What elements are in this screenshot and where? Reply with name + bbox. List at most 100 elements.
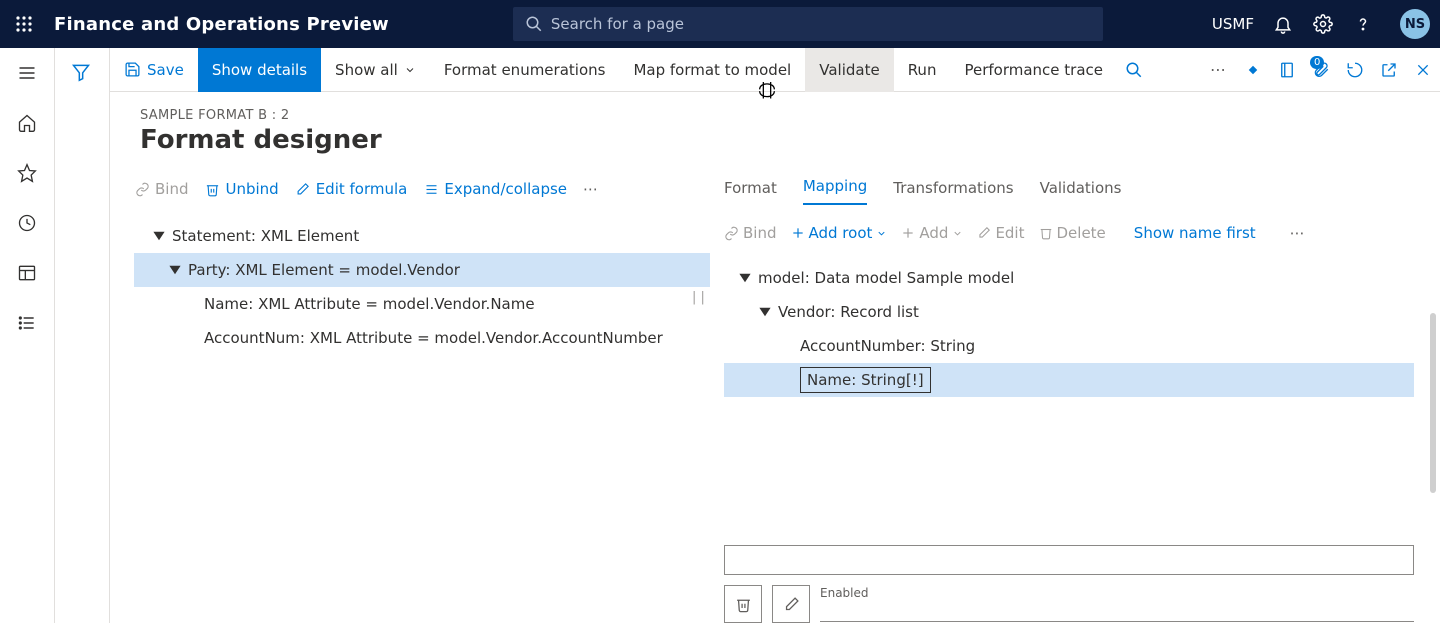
page-title: Format designer: [140, 125, 1440, 155]
edit-formula-button[interactable]: Edit formula: [295, 180, 408, 198]
run-label: Run: [908, 61, 937, 79]
add-root-label: Add root: [809, 224, 873, 242]
delete-property-button[interactable]: [724, 585, 762, 623]
link-icon: [724, 226, 739, 241]
close-icon: [1415, 62, 1431, 78]
tab-mapping[interactable]: Mapping: [803, 177, 867, 205]
show-all-label: Show all: [335, 61, 398, 79]
attachments-button[interactable]: 0: [1304, 48, 1338, 92]
hamburger-icon: [17, 63, 37, 83]
notifications-button[interactable]: [1272, 13, 1294, 35]
rtree-node-model[interactable]: model: Data model Sample model: [724, 261, 1440, 295]
enabled-input[interactable]: [820, 600, 1414, 622]
add-root-button[interactable]: Add root: [791, 224, 888, 242]
property-value-input[interactable]: [724, 545, 1414, 575]
tab-validations[interactable]: Validations: [1040, 179, 1122, 205]
mapping-pane: Format Mapping Transformations Validatio…: [710, 165, 1440, 623]
page-options-button[interactable]: [1270, 48, 1304, 92]
edit-property-button[interactable]: [772, 585, 810, 623]
close-page-button[interactable]: [1406, 48, 1440, 92]
find-button[interactable]: [1117, 48, 1151, 92]
trash-icon: [205, 182, 220, 197]
clock-icon: [17, 213, 37, 233]
bind-right-label: Bind: [743, 224, 777, 242]
rtree-node-accountnumber[interactable]: AccountNumber: String: [724, 329, 1440, 363]
plus-icon: [901, 226, 915, 240]
bind-right-button[interactable]: Bind: [724, 224, 777, 242]
rtree-node-label: model: Data model Sample model: [758, 269, 1014, 287]
splitter-handle[interactable]: | |: [692, 290, 705, 305]
bind-button[interactable]: Bind: [134, 180, 189, 198]
validate-label: Validate: [819, 61, 879, 79]
property-editor: Enabled: [724, 545, 1414, 623]
format-enumerations-button[interactable]: Format enumerations: [430, 48, 620, 92]
app-launcher-button[interactable]: [0, 0, 48, 48]
rtree-node-vendor[interactable]: Vendor: Record list: [724, 295, 1440, 329]
performance-trace-button[interactable]: Performance trace: [950, 48, 1117, 92]
rtree-node-name[interactable]: Name: String[!]: [724, 363, 1414, 397]
save-button[interactable]: Save: [110, 48, 198, 92]
modules-button[interactable]: [16, 312, 38, 334]
show-all-button[interactable]: Show all: [321, 48, 430, 92]
expand-label: Expand/collapse: [444, 180, 567, 198]
gear-icon: [1313, 14, 1333, 34]
bell-icon: [1273, 14, 1293, 34]
help-button[interactable]: [1352, 13, 1374, 35]
pencil-icon: [783, 596, 800, 613]
save-icon: [124, 61, 141, 78]
star-icon: [17, 163, 37, 183]
search-icon: [525, 15, 543, 33]
caret-down-icon: [168, 263, 182, 277]
personalize-button[interactable]: [1236, 48, 1270, 92]
show-details-button[interactable]: Show details: [198, 48, 321, 92]
search-box[interactable]: [513, 7, 1103, 41]
expand-collapse-button[interactable]: Expand/collapse: [423, 180, 567, 198]
favorites-button[interactable]: [16, 162, 38, 184]
filter-column: [55, 48, 110, 623]
recent-button[interactable]: [16, 212, 38, 234]
left-rail: [0, 48, 55, 623]
tree-node-accountnum[interactable]: AccountNum: XML Attribute = model.Vendor…: [134, 321, 710, 355]
edit-label: Edit: [995, 224, 1024, 242]
bind-label: Bind: [155, 180, 189, 198]
waffle-icon: [15, 15, 33, 33]
home-button[interactable]: [16, 112, 38, 134]
format-enums-label: Format enumerations: [444, 61, 606, 79]
trash-icon: [735, 596, 752, 613]
add-button[interactable]: Add: [901, 224, 963, 242]
scrollbar[interactable]: [1430, 313, 1436, 493]
popout-button[interactable]: [1372, 48, 1406, 92]
map-model-label: Map format to model: [633, 61, 791, 79]
more-actions-button[interactable]: ⋯: [1202, 48, 1236, 92]
nav-menu-button[interactable]: [16, 62, 38, 84]
show-name-first-button[interactable]: Show name first: [1134, 224, 1256, 242]
mapping-tree: model: Data model Sample model Vendor: R…: [724, 261, 1440, 397]
refresh-button[interactable]: [1338, 48, 1372, 92]
delete-button[interactable]: Delete: [1039, 224, 1106, 242]
settings-button[interactable]: [1312, 13, 1334, 35]
edit-button[interactable]: Edit: [977, 224, 1024, 242]
tree-node-statement[interactable]: Statement: XML Element: [134, 219, 710, 253]
rtree-node-label: AccountNumber: String: [800, 337, 975, 355]
more-left-tools[interactable]: ⋯: [583, 180, 600, 198]
tab-transformations[interactable]: Transformations: [893, 179, 1013, 205]
unbind-button[interactable]: Unbind: [205, 180, 279, 198]
workspaces-button[interactable]: [16, 262, 38, 284]
company-label[interactable]: USMF: [1212, 15, 1254, 33]
run-button[interactable]: Run: [894, 48, 951, 92]
popout-icon: [1380, 61, 1398, 79]
validate-button[interactable]: Validate: [805, 48, 893, 92]
search-icon: [1125, 61, 1143, 79]
user-avatar[interactable]: NS: [1400, 9, 1430, 39]
filter-icon: [71, 62, 91, 82]
tree-node-name[interactable]: Name: XML Attribute = model.Vendor.Name: [134, 287, 710, 321]
chevron-down-icon: [876, 228, 887, 239]
search-input[interactable]: [551, 15, 1091, 33]
tab-format[interactable]: Format: [724, 179, 777, 205]
workspace-icon: [17, 263, 37, 283]
more-right-tools[interactable]: ⋯: [1290, 224, 1307, 242]
filter-button[interactable]: [71, 62, 93, 84]
tree-node-party[interactable]: Party: XML Element = model.Vendor: [134, 253, 710, 287]
brand-title: Finance and Operations Preview: [54, 14, 389, 35]
tree-node-label: Party: XML Element = model.Vendor: [188, 261, 460, 279]
